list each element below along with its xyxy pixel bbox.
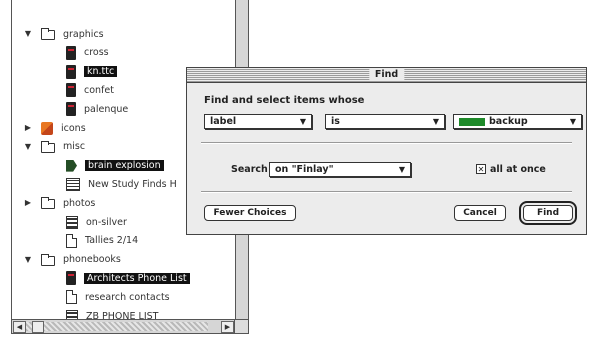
finder-item[interactable]: on-silver bbox=[66, 214, 127, 230]
finder-item[interactable]: ▼ graphics bbox=[25, 26, 104, 42]
operator-popup[interactable]: is ▼ bbox=[325, 114, 445, 129]
divider bbox=[201, 191, 572, 193]
finder-item[interactable]: cross bbox=[66, 45, 109, 61]
folder-icon bbox=[41, 197, 55, 210]
folder-icon bbox=[41, 140, 55, 153]
value-popup[interactable]: backup ▼ bbox=[453, 114, 582, 129]
finder-item[interactable]: New Study Finds H bbox=[66, 176, 177, 192]
app-icon bbox=[66, 45, 76, 60]
app-icon bbox=[66, 102, 76, 117]
finder-item[interactable]: ▼ phonebooks bbox=[25, 252, 121, 268]
finder-item-label: phonebooks bbox=[63, 254, 121, 266]
attribute-popup[interactable]: label ▼ bbox=[204, 114, 312, 129]
operator-value: is bbox=[331, 116, 340, 127]
finder-item[interactable]: kn.ttc bbox=[66, 64, 118, 80]
app-icon bbox=[66, 271, 76, 286]
divider bbox=[201, 142, 572, 144]
finder-item-label: on-silver bbox=[86, 216, 127, 228]
disclosure-closed-icon[interactable]: ▶ bbox=[24, 124, 32, 132]
finder-item-label: palenque bbox=[84, 103, 129, 115]
dialog-titlebar[interactable]: Find bbox=[187, 68, 586, 83]
all-at-once-label[interactable]: all at once bbox=[490, 164, 546, 175]
finder-item[interactable]: Tallies 2/14 bbox=[66, 233, 138, 249]
scroll-thumb[interactable] bbox=[32, 321, 44, 333]
scroll-track[interactable] bbox=[26, 322, 208, 331]
stack-icon bbox=[66, 215, 78, 229]
document-icon bbox=[66, 290, 77, 305]
finder-item-label: New Study Finds H bbox=[88, 178, 177, 190]
check-mark-icon: ✕ bbox=[477, 165, 485, 174]
app-icon bbox=[66, 64, 76, 79]
folder-icon bbox=[41, 28, 55, 40]
attribute-value: label bbox=[210, 116, 237, 127]
finder-item-label: photos bbox=[63, 197, 96, 209]
finder-item[interactable]: research contacts bbox=[66, 289, 170, 305]
finder-item-label: research contacts bbox=[85, 291, 170, 303]
picture-icon bbox=[66, 177, 80, 191]
finder-item[interactable]: palenque bbox=[66, 101, 128, 117]
finder-item[interactable]: ▼ misc bbox=[25, 139, 86, 155]
popup-arrow-icon: ▼ bbox=[432, 117, 439, 126]
disclosure-open-icon[interactable]: ▼ bbox=[24, 142, 32, 151]
fewer-choices-button[interactable]: Fewer Choices bbox=[204, 205, 296, 221]
find-heading: Find and select items whose bbox=[204, 95, 365, 106]
all-at-once-checkbox[interactable]: ✕ bbox=[476, 164, 486, 174]
cancel-button[interactable]: Cancel bbox=[454, 205, 506, 221]
disclosure-open-icon[interactable]: ▼ bbox=[24, 255, 32, 264]
finder-item-label: cross bbox=[84, 47, 109, 59]
finder-item-label: icons bbox=[61, 122, 86, 134]
document-icon bbox=[66, 233, 77, 248]
search-label: Search bbox=[231, 164, 268, 175]
find-dialog: Find Find and select items whose label ▼… bbox=[186, 67, 587, 235]
green-doc-icon bbox=[66, 159, 77, 172]
disclosure-closed-icon[interactable]: ▶ bbox=[24, 199, 32, 207]
finder-item-label: Tallies 2/14 bbox=[85, 235, 139, 247]
folder-icon bbox=[41, 253, 55, 266]
app-icon bbox=[66, 83, 76, 98]
search-scope-value: on "Finlay" bbox=[275, 164, 334, 175]
finder-item-label: misc bbox=[63, 141, 86, 153]
find-button[interactable]: Find bbox=[519, 201, 577, 225]
finder-item[interactable]: ▶ icons bbox=[25, 120, 86, 136]
dialog-title: Find bbox=[368, 69, 405, 81]
horizontal-scrollbar[interactable]: ◀ ▶ bbox=[12, 319, 248, 333]
finder-item[interactable]: ▶ photos bbox=[25, 195, 96, 211]
size-box[interactable] bbox=[234, 320, 248, 333]
popup-arrow-icon: ▼ bbox=[569, 117, 576, 126]
scroll-right-arrow-icon[interactable]: ▶ bbox=[221, 321, 234, 333]
popup-arrow-icon: ▼ bbox=[398, 165, 405, 174]
popup-arrow-icon: ▼ bbox=[299, 117, 306, 126]
finder-item[interactable]: brain explosion bbox=[66, 158, 164, 174]
finder-item[interactable]: confet bbox=[66, 82, 114, 98]
value-text: backup bbox=[489, 116, 528, 127]
finder-item-label: kn.ttc bbox=[84, 66, 118, 78]
finder-item[interactable]: Architects Phone List bbox=[66, 270, 190, 286]
finder-item-label: Architects Phone List bbox=[84, 272, 190, 284]
finder-item-label: graphics bbox=[63, 28, 104, 40]
flag-icon bbox=[41, 121, 53, 135]
finder-item-label: confet bbox=[84, 84, 114, 96]
search-scope-popup[interactable]: on "Finlay" ▼ bbox=[269, 162, 411, 177]
scroll-left-arrow-icon[interactable]: ◀ bbox=[13, 321, 26, 333]
disclosure-open-icon[interactable]: ▼ bbox=[24, 30, 32, 38]
label-color-swatch bbox=[459, 117, 485, 126]
finder-item-label: brain explosion bbox=[85, 160, 164, 172]
